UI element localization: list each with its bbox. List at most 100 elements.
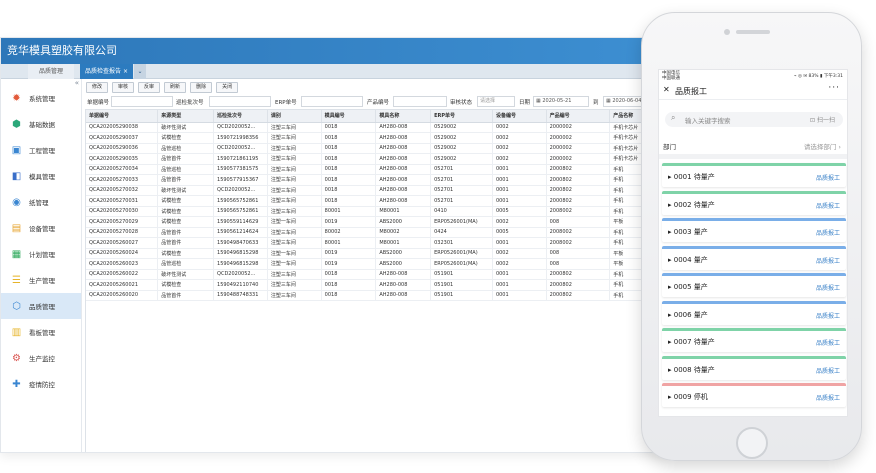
tab-dropdown-icon[interactable]: ⌄ [134,64,146,79]
close-button[interactable]: 关闭 [216,82,239,93]
quality-report-link[interactable]: 品质报工 [816,201,840,210]
column-header[interactable]: 课别 [267,110,322,123]
tab-quality-inspection-report[interactable]: 品质检查报告 × [80,64,133,79]
sidebar-item[interactable]: ◉ 纸管理 [1,189,81,215]
mobile-list-item[interactable]: ▸ 0004 量产 品质报工 [662,245,846,270]
table-row[interactable]: QCA202005270031 试模检查 1590565752861 注塑三车间 001… [86,195,667,207]
table-row[interactable]: QCA202005290037 试模检查 1590721998356 注塑三车间 001… [86,132,667,144]
close-icon[interactable]: ✕ [663,85,670,94]
mobile-list-item[interactable]: ▸ 0007 待量产 品质报工 [662,328,846,352]
mobile-list-item[interactable]: ▸ 0002 待量产 品质报工 [662,190,846,215]
sidebar-item-label: 工程管理 [29,147,55,155]
column-header[interactable]: 设备编号 [492,110,547,123]
table-row[interactable]: QCA202005270033 品管首件 1590577915367 注塑三车间 001… [86,174,667,186]
table-row[interactable]: QCA202005270030 试模检查 1590565752861 注塑三车间 800… [86,206,667,217]
table-cell: 品管巡检 [157,143,215,154]
table-cell: 008 [546,258,611,270]
doc-no-input[interactable] [111,96,173,107]
scan-button[interactable]: ⊡ 扫一扫 [810,115,835,124]
product-no-input[interactable] [393,96,447,107]
table-row[interactable]: QCA202005270028 品管首件 1590561214624 注塑三车间 800… [86,227,667,238]
sidebar-item[interactable]: ◧ 模具管理 [1,163,81,189]
department-selector[interactable]: 部门 请选择部门 › [663,139,845,153]
column-header[interactable]: ERP单号 [430,110,493,123]
table-cell: ERP0526001(MA) [430,258,493,270]
status-color-bar [662,273,846,276]
cube-icon: ⬢ [12,118,21,130]
table-cell: 品管首件 [157,153,215,165]
column-header[interactable]: 单据编号 [86,110,159,123]
mobile-list-item[interactable]: ▸ 0003 量产 品质报工 [662,218,846,242]
mobile-search-input[interactable]: ⌕ 输入关键字搜索 ⊡ 扫一扫 [665,112,843,127]
audit-button[interactable]: 审核 [112,82,135,93]
table-cell: QCA202005270034 [86,164,159,175]
tab-quality-management[interactable]: 品质管理 [28,64,74,79]
mobile-list-item[interactable]: ▸ 0008 待量产 品质报工 [662,355,846,380]
quality-report-link[interactable]: 品质报工 [816,283,840,292]
erp-no-input[interactable] [301,96,363,107]
quality-report-link[interactable]: 品质报工 [816,393,840,402]
quality-report-link[interactable]: 品质报工 [816,256,840,265]
status-color-bar [662,355,846,359]
sidebar-item[interactable]: ✚ 疫情防控 [1,371,81,397]
paper-icon: ◉ [12,196,21,208]
column-header[interactable]: 巡检批次号 [213,110,268,123]
date-from-input[interactable]: ▦ 2020-05-21 [533,96,589,107]
sidebar-item[interactable]: ▥ 看板管理 [1,319,81,345]
quality-report-link[interactable]: 品质报工 [816,173,840,182]
table-row[interactable]: QCA202005260020 品管首件 1590488748331 注塑三车间 001… [86,290,667,301]
quality-report-link[interactable]: 品质报工 [816,228,840,237]
production-icon: ☰ [12,274,21,286]
table-row[interactable]: QCA202005260024 试模检查 1590496815298 注塑一车间 001… [86,248,667,259]
sidebar-item[interactable]: ⬡ 品质管理 [1,293,81,319]
refresh-button[interactable]: 刷新 [164,82,187,93]
table-row[interactable]: QCA202005260021 试模检查 1590492110740 注塑三车间 001… [86,279,667,291]
table-row[interactable]: QCA202005270034 品管巡检 1590577381575 注塑三车间 001… [86,164,667,175]
mobile-list-item[interactable]: ▸ 0001 待量产 品质报工 [662,163,846,187]
table-row[interactable]: QCA202005260022 破坏性测试 QCD2020052... 注塑三车间 00… [86,269,667,280]
edit-button[interactable]: 修改 [86,82,109,93]
phone-screen: 中国电信 中国联通 ⌁ ◎ ✉ 83% ▮ 下午3:31 ✕ 品质报工 ··· ⌕… [658,69,848,417]
item-title: ▸ 0009 停机 [668,393,708,401]
mobile-list-item[interactable]: ▸ 0005 量产 品质报工 [662,273,846,297]
table-row[interactable]: QCA202005290036 品管巡检 QCD2020052... 注塑三车间 001… [86,143,667,154]
quality-report-link[interactable]: 品质报工 [816,366,840,375]
table-cell: 品管首件 [157,237,215,249]
sidebar-item[interactable]: ☰ 生产管理 [1,267,81,293]
column-header[interactable]: 模具名称 [375,110,432,123]
delete-button[interactable]: 删除 [190,82,213,93]
unaudit-button[interactable]: 反审 [138,82,161,93]
table-row[interactable]: QCA202005260027 品管首件 1590498470633 注塑三车间 800… [86,237,667,249]
sidebar-item[interactable]: ⬢ 基础数据 [1,111,81,137]
table-row[interactable]: QCA202005270032 破坏性测试 QCD2020052... 注塑三车间 00… [86,185,667,196]
table-row[interactable]: QCA202005260023 品管巡检 1590496815298 注塑一车间 001… [86,258,667,270]
quality-report-link[interactable]: 品质报工 [816,311,840,320]
table-row[interactable]: QCA202005270029 试模检查 1590559114629 注塑一车间 001… [86,216,667,228]
more-icon[interactable]: ··· [828,83,840,93]
sidebar-item[interactable]: ✹ 系统管理 [1,85,81,111]
table-cell: 品管首件 [157,227,215,238]
column-header[interactable]: 产品编号 [546,110,611,123]
audit-status-select[interactable]: 请选择 [477,96,515,107]
table-cell: ABS2000 [375,258,432,270]
mobile-list-item[interactable]: ▸ 0009 停机 品质报工 [662,383,846,407]
sidebar-item[interactable]: ▤ 设备管理 [1,215,81,241]
sidebar-item[interactable]: ▣ 工程管理 [1,137,81,163]
item-title: ▸ 0005 量产 [668,283,708,291]
table-cell: QCD2020052... [213,185,268,196]
quality-report-link[interactable]: 品质报工 [816,338,840,347]
sidebar-item[interactable]: ▦ 计划管理 [1,241,81,267]
home-button[interactable] [736,427,768,459]
close-icon[interactable]: × [123,68,128,75]
sidebar-item[interactable]: ⚙ 生产监控 [1,345,81,371]
table-cell: 0529002 [430,122,493,133]
table-row[interactable]: QCA202005290035 品管首件 1590721861195 注塑三车间 001… [86,153,667,165]
table-cell: QCD2020052... [213,143,268,154]
table-cell: 注塑三车间 [267,227,322,238]
column-header[interactable]: 模具编号 [321,110,377,123]
column-header[interactable]: 来源类型 [157,110,215,123]
table-row[interactable]: QCA202005290038 破坏性测试 QCD2020052... 注塑三车间 00… [86,122,667,133]
mobile-list-item[interactable]: ▸ 0006 量产 品质报工 [662,300,846,325]
table-cell: M80002 [375,227,432,238]
batch-no-input[interactable] [209,96,271,107]
